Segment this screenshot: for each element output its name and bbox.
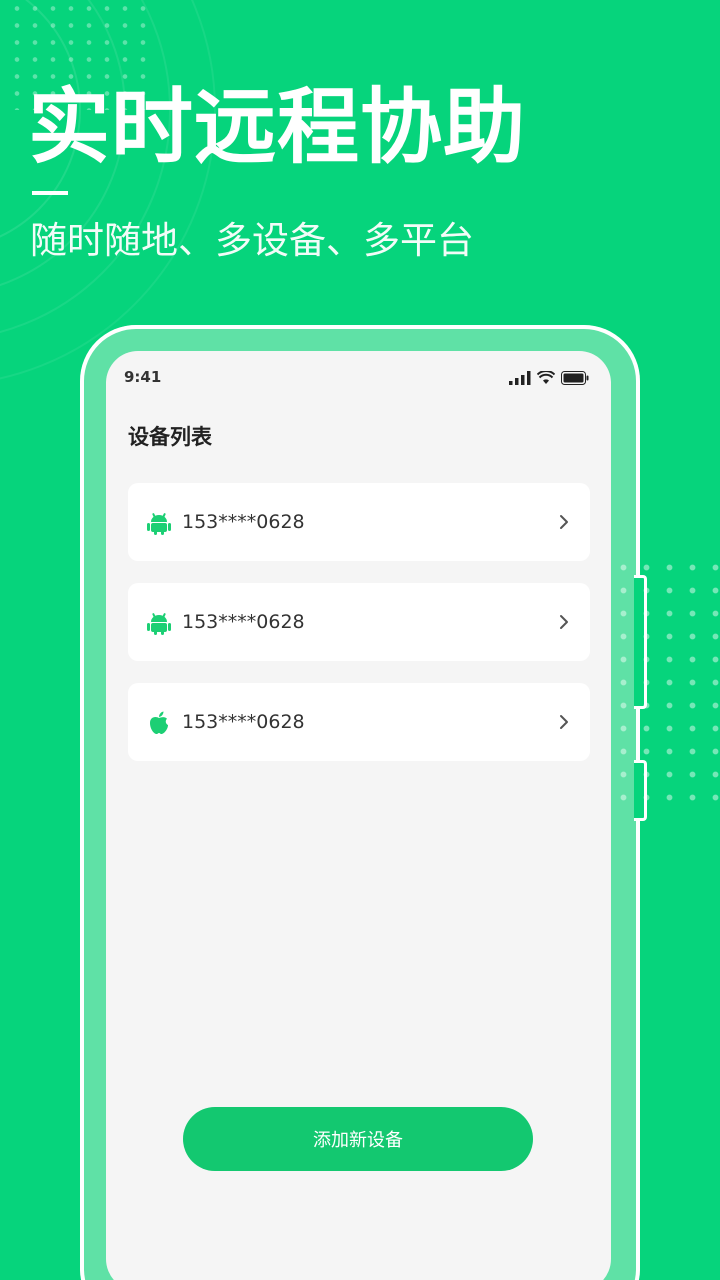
status-time: 9:41: [124, 368, 162, 386]
hero-divider: [32, 191, 68, 195]
promo-poster: 实时远程协助 随时随地、多设备、多平台 9:41 设备列表 153****062…: [0, 0, 720, 1280]
android-icon: [147, 613, 171, 635]
device-list-title: 设备列表: [128, 425, 212, 449]
chevron-right-icon: [560, 715, 568, 729]
device-item[interactable]: 153****0628: [128, 483, 590, 561]
hero-subline: 随时随地、多设备、多平台: [30, 219, 474, 262]
signal-icon: [509, 371, 531, 385]
device-list: 153****0628 153****0628 153****0628: [128, 483, 590, 783]
status-icons: [509, 369, 589, 385]
android-icon: [147, 513, 171, 535]
device-number: 153****0628: [182, 611, 305, 633]
device-number: 153****0628: [182, 711, 305, 733]
apple-icon: [150, 711, 168, 734]
device-item[interactable]: 153****0628: [128, 583, 590, 661]
device-number: 153****0628: [182, 511, 305, 533]
wifi-icon: [537, 371, 555, 384]
chevron-right-icon: [560, 615, 568, 629]
phone-screen: 9:41 设备列表 153****0628 153****0628 153***…: [106, 351, 611, 1280]
add-device-button[interactable]: 添加新设备: [183, 1107, 533, 1171]
status-bar: 9:41: [106, 351, 611, 407]
battery-icon: [561, 371, 589, 385]
dot-pattern-right: [612, 556, 720, 806]
chevron-right-icon: [560, 515, 568, 529]
hero-headline: 实时远程协助: [28, 80, 527, 175]
device-item[interactable]: 153****0628: [128, 683, 590, 761]
